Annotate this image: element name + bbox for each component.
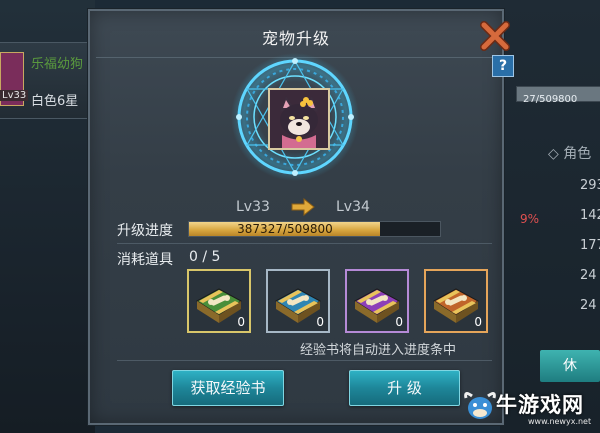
background-exp-text: 27/509800 — [523, 94, 578, 105]
help-button[interactable]: ? — [492, 55, 514, 77]
background-stat-2: 142 — [580, 208, 600, 223]
background-pet-level: Lv33 — [0, 90, 29, 101]
level-to: Lv34 — [336, 199, 370, 215]
arrow-right-icon — [291, 198, 315, 216]
item-count: 0 — [474, 315, 482, 329]
background-exp-bar: 27/509800 — [516, 86, 600, 105]
dog-pet-icon — [270, 90, 328, 148]
auto-progress-hint: 经验书将自动进入进度条中 — [300, 343, 457, 358]
watermark-text: 牛游戏网 — [496, 393, 584, 417]
footer-divider — [117, 360, 492, 361]
item-count: 0 — [237, 315, 245, 329]
watermark-url: www.newyx.net — [528, 417, 592, 426]
close-icon — [480, 21, 510, 51]
upgrade-button[interactable]: 升 级 — [349, 370, 460, 406]
background-stat-1: 293 — [580, 178, 600, 193]
progress-label: 升级进度 — [117, 223, 173, 239]
background-stat-5: 24 — [580, 298, 597, 313]
exp-progress-text: 387327/509800 — [237, 222, 333, 236]
item-count: 0 — [395, 315, 403, 329]
exp-book-slot-blue[interactable]: 0 — [266, 269, 330, 333]
section-divider — [117, 243, 492, 244]
level-from: Lv33 — [236, 199, 270, 215]
background-pet-name: 乐福幼狗 — [31, 57, 84, 72]
consume-count: 0 / 5 — [189, 249, 221, 265]
background-stat-3: 177 — [580, 238, 600, 253]
consume-label: 消耗道具 — [117, 252, 173, 268]
background-rest-button[interactable]: 休 — [540, 350, 600, 382]
background-pet-quality: 白色6星 — [31, 94, 79, 109]
pet-portrait — [268, 88, 330, 150]
exp-book-slot-purple[interactable]: 0 — [345, 269, 409, 333]
background-role-label: ◇ 角色 — [548, 146, 592, 162]
bull-logo-icon — [464, 391, 496, 419]
get-exp-book-button[interactable]: 获取经验书 — [172, 370, 284, 406]
exp-book-slot-orange[interactable]: 0 — [424, 269, 488, 333]
item-count: 0 — [316, 315, 324, 329]
question-icon: ? — [498, 58, 508, 74]
exp-book-slot-green[interactable]: 0 — [187, 269, 251, 333]
background-stat-4: 24 — [580, 268, 597, 283]
exp-progress-bar: 387327/509800 — [188, 221, 441, 237]
background-percent: 9% — [520, 212, 540, 226]
close-button[interactable] — [478, 19, 512, 53]
dialog-title: 宠物升级 — [261, 29, 330, 48]
